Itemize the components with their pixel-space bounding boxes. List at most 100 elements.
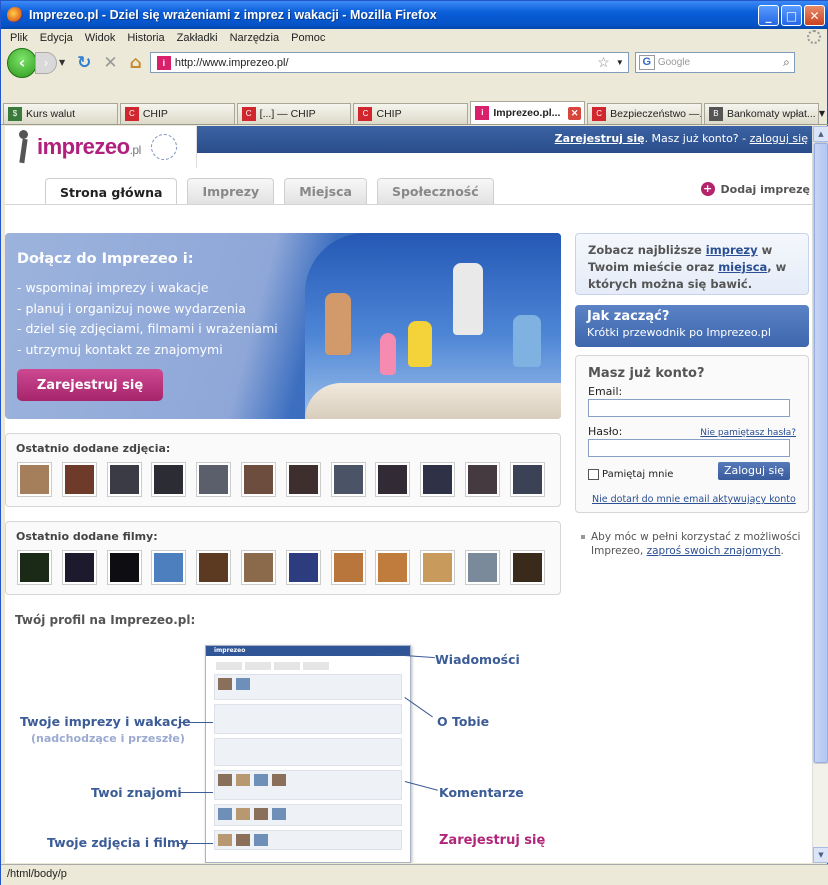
tab-bezpieczenstwo[interactable]: C Bezpieczeństwo —... <box>587 103 702 124</box>
forgot-password-link[interactable]: Nie pamiętasz hasła? <box>700 428 796 438</box>
navigation-toolbar: ‹ › ▼ ↻ ✕ ⌂ i http://www.imprezeo.pl/ ☆ … <box>1 46 828 79</box>
photo-thumbnail[interactable] <box>106 462 142 497</box>
hero-register-button[interactable]: Zarejestruj się <box>17 369 163 401</box>
add-event-button[interactable]: + Dodaj imprezę <box>700 182 810 196</box>
remember-me-checkbox[interactable] <box>588 469 599 480</box>
hero-bullet: - planuj i organizuj nowe wydarzenia <box>17 300 246 316</box>
google-engine-icon[interactable]: G <box>638 55 655 70</box>
page-viewport: Zarejestruj się. Masz już konto? - zalog… <box>5 126 812 863</box>
video-thumbnail[interactable] <box>61 550 97 585</box>
tab-miejsca[interactable]: Miejsca <box>284 178 367 204</box>
tab-strona-glowna[interactable]: Strona główna <box>45 178 178 205</box>
tab-imprezeo[interactable]: i Imprezeo.pl... ✕ <box>470 101 586 124</box>
tab-bankomaty[interactable]: B Bankomaty wpłat... <box>703 103 819 124</box>
password-field[interactable] <box>588 439 790 457</box>
menu-plik[interactable]: Plik <box>10 32 28 44</box>
photo-thumbnail[interactable] <box>464 462 500 497</box>
search-placeholder[interactable]: Google <box>658 57 690 68</box>
video-thumbnail[interactable] <box>151 550 187 585</box>
tab-imprezy[interactable]: Imprezy <box>187 178 275 204</box>
login-submit-button[interactable]: Zaloguj się <box>718 462 790 480</box>
nearby-places-link[interactable]: miejsca <box>718 260 767 274</box>
throbber-icon <box>807 30 821 44</box>
bookmark-star-icon[interactable]: ☆ <box>597 54 610 71</box>
photo-thumbnail[interactable] <box>420 462 456 497</box>
back-button[interactable]: ‹ <box>7 47 37 78</box>
photo-thumbnail[interactable] <box>61 462 97 497</box>
title-bar: Imprezeo.pl - Dziel się wrażeniami z imp… <box>1 1 828 29</box>
photo-thumbnail[interactable] <box>151 462 187 497</box>
home-icon[interactable]: ⌂ <box>130 53 142 73</box>
recent-videos-title: Ostatnio dodane filmy: <box>16 530 158 543</box>
minimize-button[interactable]: _ <box>758 5 779 26</box>
forward-button[interactable]: › <box>35 51 57 74</box>
recent-photos-list <box>17 462 560 497</box>
nearby-events-link[interactable]: imprezy <box>706 243 758 257</box>
preview-logo: imprezeo <box>214 647 246 654</box>
video-thumbnail[interactable] <box>330 550 366 585</box>
photo-thumbnail[interactable] <box>196 462 232 497</box>
video-thumbnail[interactable] <box>196 550 232 585</box>
login-link[interactable]: zaloguj się <box>750 132 808 145</box>
tab-spolecznosc[interactable]: Społeczność <box>376 178 494 204</box>
imprezeo-icon: i <box>475 106 490 120</box>
url-bar[interactable]: i http://www.imprezeo.pl/ ☆ ▼ <box>149 52 629 73</box>
video-thumbnail[interactable] <box>509 550 545 585</box>
tab-chip-3[interactable]: C CHIP <box>353 103 469 124</box>
video-thumbnail[interactable] <box>464 550 500 585</box>
register-link[interactable]: Zarejestruj się <box>555 132 645 145</box>
video-thumbnail[interactable] <box>240 550 276 585</box>
photo-thumbnail[interactable] <box>285 462 321 497</box>
close-window-button[interactable]: ✕ <box>804 5 825 26</box>
search-icon[interactable]: ⌕ <box>783 55 790 70</box>
add-event-label: Dodaj imprezę <box>720 182 810 196</box>
scroll-down-icon[interactable]: ▼ <box>813 847 828 863</box>
tab-list-dropdown-icon[interactable]: ▼ <box>819 109 825 118</box>
video-thumbnail[interactable] <box>375 550 411 585</box>
photo-thumbnail[interactable] <box>509 462 545 497</box>
photo-thumbnail[interactable] <box>375 462 411 497</box>
pointer-line <box>179 843 213 844</box>
photo-thumbnail[interactable] <box>240 462 276 497</box>
video-thumbnail[interactable] <box>106 550 142 585</box>
reload-icon[interactable]: ↻ <box>77 53 91 73</box>
howto-box[interactable]: Jak zacząć? Krótki przewodnik po Impreze… <box>575 305 809 347</box>
password-label: Hasło: <box>588 425 623 438</box>
hero-bullets: - wspominaj imprezy i wakacje - planuj i… <box>17 278 278 360</box>
tab-chip-2[interactable]: C [...] — CHIP <box>236 103 352 124</box>
tab-chip-1[interactable]: C CHIP <box>119 103 235 124</box>
photo-thumbnail[interactable] <box>17 462 52 497</box>
video-thumbnail[interactable] <box>17 550 52 585</box>
profile-register-link[interactable]: Zarejestruj się <box>439 833 545 848</box>
menu-pomoc[interactable]: Pomoc <box>291 32 325 44</box>
howto-subtitle[interactable]: Krótki przewodnik po Imprezeo.pl <box>587 326 797 339</box>
email-field[interactable] <box>588 399 790 417</box>
scroll-up-icon[interactable]: ▲ <box>813 126 828 142</box>
url-dropdown-icon[interactable]: ▼ <box>616 58 624 67</box>
site-logo[interactable]: imprezeo.pl <box>5 126 197 168</box>
maximize-button[interactable]: □ <box>781 5 802 26</box>
menu-historia[interactable]: Historia <box>127 32 164 44</box>
url-text[interactable]: http://www.imprezeo.pl/ <box>175 57 289 69</box>
menu-widok[interactable]: Widok <box>85 32 116 44</box>
tab-kurs-walut[interactable]: $ Kurs walut <box>3 103 118 124</box>
label-messages: Wiadomości <box>435 652 520 667</box>
invite-text: . <box>780 545 784 557</box>
photo-thumbnail[interactable] <box>330 462 366 497</box>
nav-divider <box>5 204 812 205</box>
recent-photos-panel: Ostatnio dodane zdjęcia: <box>5 433 561 507</box>
video-thumbnail[interactable] <box>285 550 321 585</box>
stop-icon[interactable]: ✕ <box>103 53 117 73</box>
menu-edycja[interactable]: Edycja <box>40 32 73 44</box>
no-activation-email-link[interactable]: Nie dotarł do mnie email aktywujący kont… <box>592 494 796 505</box>
menu-narzedzia[interactable]: Narzędzia <box>230 32 280 44</box>
search-bar[interactable]: G Google ⌕ <box>634 52 795 73</box>
history-dropdown-icon[interactable]: ▼ <box>59 58 65 67</box>
vertical-scrollbar[interactable]: ▲ ▼ <box>812 126 828 863</box>
howto-title[interactable]: Jak zacząć? <box>587 309 797 324</box>
scrollbar-thumb[interactable] <box>813 142 828 764</box>
invite-friends-link[interactable]: zaproś swoich znajomych <box>647 545 781 557</box>
menu-zakladki[interactable]: Zakładki <box>177 32 218 44</box>
video-thumbnail[interactable] <box>420 550 456 585</box>
close-tab-icon[interactable]: ✕ <box>568 106 582 120</box>
